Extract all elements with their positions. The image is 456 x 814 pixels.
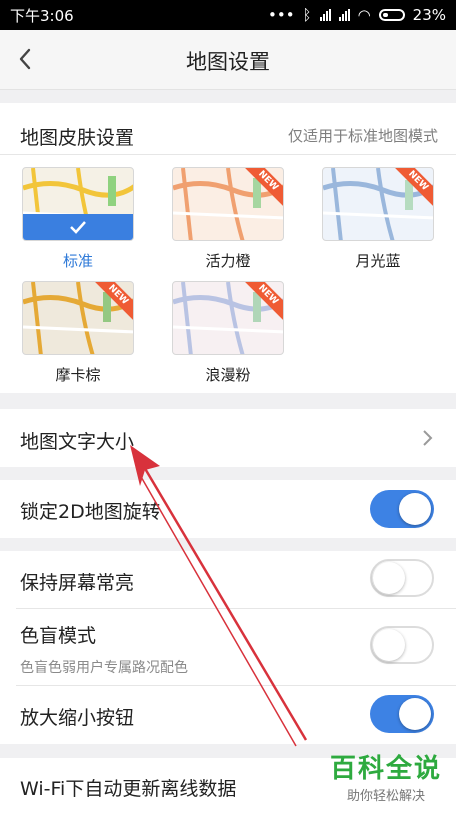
watermark-logo: 百科全说 助你轻松解决 [330,748,442,804]
watermark-sub: 助你轻松解决 [346,789,425,804]
watermark-main: 百科全说 [329,754,442,784]
annotation-arrow-icon [130,445,308,747]
